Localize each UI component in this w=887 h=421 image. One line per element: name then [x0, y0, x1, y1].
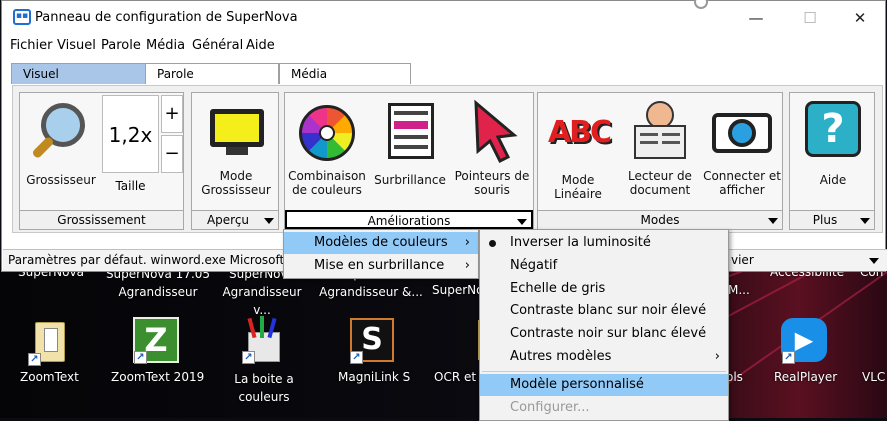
radio-selected-icon: [489, 240, 496, 247]
menu-item-autres-modeles[interactable]: Autres modèles ›: [480, 346, 728, 368]
desktop-icon-label-la-boite[interactable]: La boite a couleurs: [228, 370, 300, 406]
mode-grossisseur-button[interactable]: Mode Grossisseur: [196, 95, 276, 197]
menu-item-modeles-couleurs[interactable]: Modèles de couleurs ›: [284, 232, 478, 254]
menu-separator: [482, 371, 726, 372]
menu-item-modele-personnalise[interactable]: Modèle personnalisé: [480, 374, 728, 396]
ribbon: Grossisseur 1,2x + − Taille Grossissemen…: [12, 85, 883, 233]
mouse-pointer-icon: [458, 95, 526, 167]
desktop-icon-label-zoomtext-2019[interactable]: ZoomText 2019: [111, 370, 204, 384]
shortcut-arrow-icon: ↗: [134, 351, 147, 364]
newspaper-reader-icon: [626, 95, 694, 167]
help-question-icon: ?: [799, 95, 867, 167]
shortcut-arrow-icon: ↗: [782, 351, 795, 364]
group-footer-plus[interactable]: Plus: [790, 210, 874, 229]
desktop: SuperNova SuperNova 17.05 Agrandisseur S…: [0, 262, 887, 418]
shortcut-arrow-icon: ↗: [28, 353, 41, 366]
menu-item-contraste-blanc-noir[interactable]: Contraste blanc sur noir élevé: [480, 300, 728, 322]
group-footer-apercu[interactable]: Aperçu: [192, 210, 278, 229]
menu-bar: Fichier Visuel Parole Média Général Aide: [2, 36, 885, 56]
submenu-chevron-icon: ›: [464, 235, 470, 250]
menu-item-configurer: Configurer...: [510, 400, 590, 415]
menu-item-inverser-luminosite[interactable]: Inverser la luminosité: [480, 232, 728, 254]
connecter-afficher-button[interactable]: Connecter et afficher: [702, 95, 782, 197]
menu-fichier[interactable]: Fichier: [10, 38, 53, 53]
taille-label: Taille: [115, 179, 146, 193]
tab-media[interactable]: Média: [279, 63, 411, 84]
taille-value-box[interactable]: 1,2x: [102, 95, 159, 173]
desktop-icon-label-magnilink[interactable]: MagniLink S: [338, 370, 410, 384]
title-bar[interactable]: ▪▪ Panneau de configuration de SuperNova…: [2, 0, 885, 36]
tab-visuel[interactable]: Visuel: [11, 63, 146, 84]
magnilink-s-icon[interactable]: S ↗: [348, 316, 396, 364]
group-footer-modes[interactable]: Modes: [538, 210, 782, 229]
ameliorations-dropdown-menu: Modèles de couleurs › Mise en surbrillanc…: [283, 229, 479, 279]
taille-minus-button[interactable]: −: [161, 135, 183, 173]
group-ameliorations: Combinaison de couleurs Surbrillance Poi…: [284, 92, 534, 230]
group-grossissement: Grossisseur 1,2x + − Taille Grossissemen…: [19, 92, 184, 230]
status-right-text: vier: [731, 253, 754, 267]
aide-button[interactable]: ? Aide: [796, 95, 870, 187]
menu-item-echelle-gris[interactable]: Echelle de gris: [480, 278, 728, 300]
minimize-button[interactable]: —: [736, 5, 776, 31]
maximize-button[interactable]: ☐: [790, 5, 830, 31]
magnifier-icon: [27, 95, 95, 167]
tab-bar: Visuel Parole Média: [11, 63, 611, 84]
la-boite-a-couleurs-icon[interactable]: ↗: [240, 316, 288, 364]
camera-icon: [708, 95, 776, 167]
grossisseur-button[interactable]: Grossisseur: [24, 95, 98, 187]
surbrillance-button[interactable]: Surbrillance: [373, 95, 447, 187]
group-footer-ameliorations[interactable]: Améliorations: [285, 210, 533, 229]
mode-lineaire-button[interactable]: ABC Mode Linéaire: [538, 95, 618, 201]
abc-text-icon: ABC: [547, 115, 612, 150]
highlight-document-icon: [376, 95, 444, 167]
status-dropdown-icon[interactable]: [869, 258, 879, 264]
close-button[interactable]: ✕: [840, 5, 880, 31]
menu-item-negatif[interactable]: Négatif: [480, 255, 728, 277]
supernova-app-icon: ▪▪: [13, 9, 31, 25]
menu-media[interactable]: Média: [146, 38, 185, 53]
menu-aide[interactable]: Aide: [246, 38, 275, 53]
lecteur-document-button[interactable]: Lecteur de document: [622, 95, 698, 197]
taille-plus-button[interactable]: +: [161, 95, 183, 133]
group-plus: ? Aide Plus: [789, 92, 875, 230]
shortcut-arrow-icon: ↗: [350, 351, 363, 364]
window-title: Panneau de configuration de SuperNova: [35, 10, 298, 25]
menu-item-contraste-noir-blanc[interactable]: Contraste noir sur blanc élevé: [480, 323, 728, 345]
group-footer-grossissement: Grossissement: [20, 210, 183, 229]
desktop-label-m[interactable]: M...: [728, 283, 750, 297]
desktop-label-supernova-5[interactable]: SuperNo: [432, 283, 483, 297]
submenu-chevron-icon: ›: [714, 349, 720, 364]
zoomtext-icon[interactable]: ↗: [26, 318, 74, 366]
status-text: Paramètres par défaut. winword.exe Micro…: [8, 253, 300, 267]
color-wheel-icon: [293, 95, 361, 167]
modeles-couleurs-submenu: Inverser la luminosité Négatif Echelle d…: [479, 229, 729, 421]
tab-parole[interactable]: Parole: [146, 63, 279, 84]
desktop-icon-label-vlc[interactable]: VLC: [862, 370, 885, 384]
group-apercu: Mode Grossisseur Aperçu: [191, 92, 279, 230]
pin-handle-icon[interactable]: [694, 0, 708, 9]
menu-visuel[interactable]: Visuel: [57, 38, 96, 53]
zoomtext-2019-icon[interactable]: Z ↗: [132, 316, 180, 364]
menu-general[interactable]: Général: [192, 38, 243, 53]
desktop-icon-label-ocr[interactable]: OCR et: [434, 370, 476, 384]
group-modes: ABC Mode Linéaire Lecteur de document Co…: [537, 92, 783, 230]
menu-parole[interactable]: Parole: [101, 38, 141, 53]
monitor-icon: [202, 95, 270, 167]
desktop-icon-label-realplayer[interactable]: RealPlayer: [774, 370, 837, 384]
pointeurs-souris-button[interactable]: Pointeurs de souris: [453, 95, 531, 197]
shortcut-arrow-icon: ↗: [242, 351, 255, 364]
menu-item-mise-en-surbrillance[interactable]: Mise en surbrillance ›: [284, 255, 478, 277]
desktop-icon-label-zoomtext[interactable]: ZoomText: [20, 370, 79, 384]
combinaison-couleurs-button[interactable]: Combinaison de couleurs: [287, 95, 367, 197]
realplayer-icon[interactable]: ▶ ↗: [780, 316, 828, 364]
submenu-chevron-icon: ›: [464, 258, 470, 273]
